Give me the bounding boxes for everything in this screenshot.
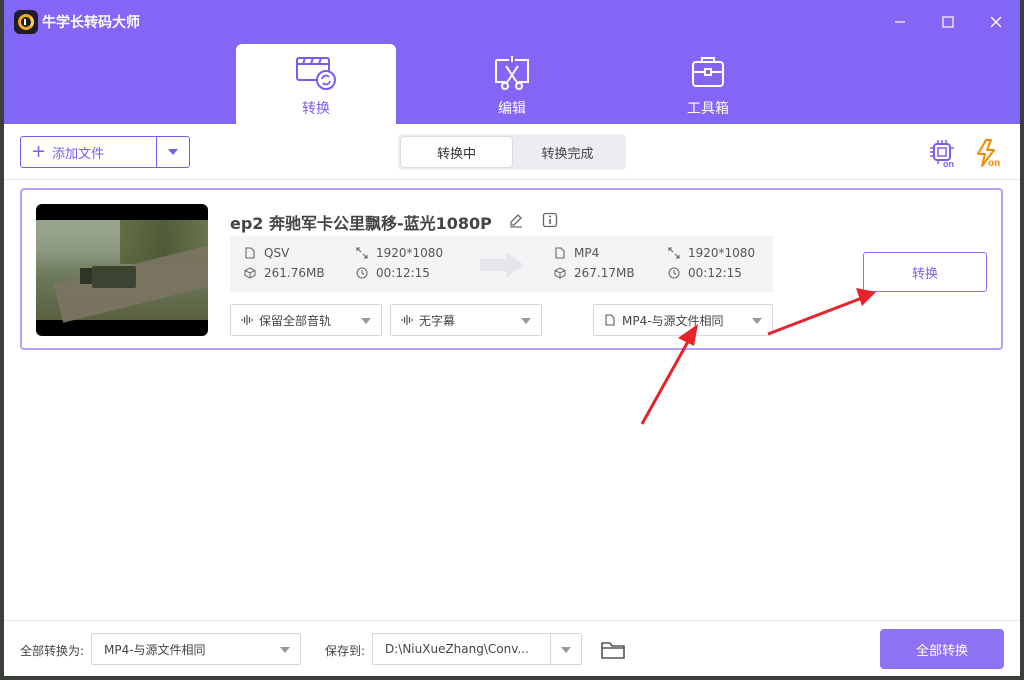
tab-convert[interactable]: 转换	[236, 44, 396, 124]
convert-all-button[interactable]: 全部转换	[880, 629, 1004, 669]
save-to-label: 保存到:	[325, 644, 366, 658]
box-icon	[554, 267, 566, 279]
tab-converted[interactable]: 转换完成	[512, 137, 623, 167]
file-title: ep2 奔驰军卡公里飘移-蓝光1080P	[230, 214, 492, 233]
chevron-down-icon	[561, 647, 571, 653]
target-size: 267.17MB	[554, 266, 635, 280]
source-size: 261.76MB	[244, 266, 325, 280]
file-icon	[605, 314, 615, 326]
hardware-accel-on-icon[interactable]: on	[928, 138, 958, 168]
target-resolution: 1920*1080	[668, 246, 755, 260]
app-header: 牛学长转码大师 转换 编辑 工具箱	[4, 0, 1020, 124]
save-path-select[interactable]: D:\NiuXueZhang\Conv...	[372, 633, 582, 665]
source-resolution: 1920*1080	[356, 246, 443, 260]
clock-icon	[668, 267, 680, 279]
subtitle-select[interactable]: 无字幕	[390, 304, 542, 336]
window-controls	[876, 0, 1020, 44]
info-icon[interactable]	[542, 212, 558, 228]
convert-button[interactable]: 转换	[863, 252, 987, 292]
audio-track-select[interactable]: 保留全部音轨	[230, 304, 382, 336]
tab-label: 编辑	[498, 101, 526, 117]
toolbar: + 添加文件 转换中 转换完成 on on	[4, 124, 1020, 180]
convert-arrow-icon	[480, 252, 524, 278]
add-file-dropdown-button[interactable]	[157, 137, 189, 167]
bottom-bar: 全部转换为: MP4-与源文件相同 保存到: D:\NiuXueZhang\Co…	[4, 620, 1020, 676]
tab-converting[interactable]: 转换中	[401, 137, 512, 167]
source-duration: 00:12:15	[356, 266, 430, 280]
svg-text:on: on	[943, 159, 954, 168]
toolbox-icon	[692, 57, 724, 87]
file-icon	[555, 247, 565, 259]
status-segmented-control: 转换中 转换完成	[398, 134, 626, 170]
chevron-down-icon	[521, 318, 531, 324]
chevron-down-icon	[168, 149, 178, 155]
dropdown-divider	[550, 634, 551, 664]
tab-toolbox[interactable]: 工具箱	[628, 44, 788, 124]
source-format: QSV	[244, 246, 289, 260]
close-icon[interactable]	[972, 0, 1020, 44]
speed-boost-on-icon[interactable]: on	[974, 138, 1004, 168]
box-icon	[244, 267, 256, 279]
svg-text:on: on	[988, 158, 1000, 168]
video-thumbnail[interactable]	[36, 204, 208, 336]
file-icon	[245, 247, 255, 259]
app-logo-icon	[14, 10, 38, 34]
app-title: 牛学长转码大师	[42, 15, 140, 31]
output-format-select[interactable]: MP4-与源文件相同	[593, 304, 773, 336]
audio-wave-icon	[401, 315, 413, 325]
add-file-button[interactable]: + 添加文件	[21, 137, 157, 167]
convert-all-to-label: 全部转换为:	[20, 644, 85, 658]
tab-label: 转换	[302, 101, 330, 117]
file-card: ep2 奔驰军卡公里飘移-蓝光1080P QSV 261.76MB 1920*1…	[20, 188, 1003, 350]
plus-icon: +	[31, 141, 47, 162]
thumbnail-truck	[80, 266, 136, 288]
resize-icon	[356, 247, 368, 259]
film-convert-icon	[296, 57, 336, 90]
chevron-down-icon	[752, 318, 762, 324]
chevron-down-icon	[280, 647, 290, 653]
target-format: MP4	[554, 246, 599, 260]
app-window: 牛学长转码大师 转换 编辑 工具箱 + 添加文件 转换中 转换完成 on on …	[4, 0, 1020, 676]
thumbnail-scene	[36, 220, 208, 323]
add-file-label: 添加文件	[52, 146, 105, 162]
minimize-icon[interactable]	[876, 0, 924, 44]
main-tabs: 转换 编辑 工具箱	[236, 44, 824, 124]
maximize-icon[interactable]	[924, 0, 972, 44]
target-duration: 00:12:15	[668, 266, 742, 280]
convert-all-format-select[interactable]: MP4-与源文件相同	[91, 633, 301, 665]
edit-cut-icon	[495, 56, 529, 90]
media-info-panel: QSV 261.76MB 1920*1080 00:12:15 MP4 267.…	[230, 236, 773, 292]
add-file-split-button: + 添加文件	[20, 136, 190, 168]
audio-wave-icon	[241, 315, 253, 325]
folder-icon[interactable]	[600, 639, 626, 661]
tab-label: 工具箱	[687, 101, 729, 117]
rename-pencil-icon[interactable]	[508, 212, 524, 228]
clock-icon	[356, 267, 368, 279]
resize-icon	[668, 247, 680, 259]
tab-edit[interactable]: 编辑	[432, 44, 592, 124]
chevron-down-icon	[361, 318, 371, 324]
